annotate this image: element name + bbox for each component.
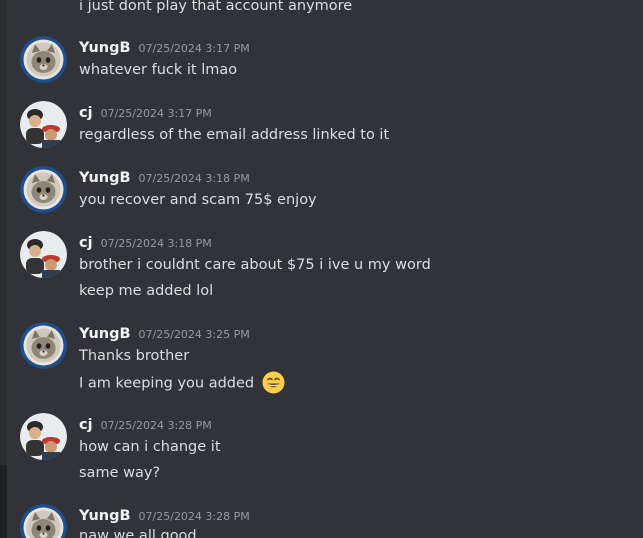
message-text: how can i change it	[79, 439, 221, 455]
timestamp[interactable]: 07/25/2024 3:17 PM	[139, 39, 250, 59]
message-header: cj 07/25/2024 3:18 PM	[79, 233, 212, 253]
message-text: naw we all good	[79, 528, 197, 538]
message-text-with-emoji: I am keeping you added	[79, 371, 285, 395]
yungb-avatar[interactable]	[20, 322, 67, 369]
cat-avatar-icon	[20, 166, 67, 213]
username[interactable]: cj	[79, 233, 93, 253]
yungb-avatar[interactable]	[20, 504, 67, 538]
message-header: cj 07/25/2024 3:17 PM	[79, 103, 212, 123]
grinning-face-emoji-icon[interactable]	[262, 371, 285, 394]
message-text: brother i couldnt care about $75 i ive u…	[79, 257, 431, 273]
left-edge-strip	[0, 0, 7, 538]
message-header: YungB 07/25/2024 3:18 PM	[79, 168, 250, 188]
timestamp[interactable]: 07/25/2024 3:25 PM	[139, 325, 250, 345]
timestamp[interactable]: 07/25/2024 3:28 PM	[101, 416, 212, 436]
cj-avatar[interactable]	[20, 231, 67, 278]
cj-avatar[interactable]	[20, 413, 67, 460]
message-header: YungB 07/25/2024 3:25 PM	[79, 324, 250, 344]
message-list: i just dont play that account anymore Yu…	[0, 0, 643, 538]
username[interactable]: YungB	[79, 38, 131, 58]
message-text: same way?	[79, 465, 161, 481]
username[interactable]: YungB	[79, 324, 131, 344]
cat-avatar-icon	[20, 36, 67, 83]
message-header: YungB 07/25/2024 3:28 PM	[79, 506, 250, 526]
username[interactable]: cj	[79, 415, 93, 435]
timestamp[interactable]: 07/25/2024 3:18 PM	[101, 234, 212, 254]
person-avatar-icon	[20, 231, 67, 278]
timestamp[interactable]: 07/25/2024 3:18 PM	[139, 169, 250, 189]
cat-avatar-icon	[20, 504, 67, 538]
message-header: cj 07/25/2024 3:28 PM	[79, 415, 212, 435]
yungb-avatar[interactable]	[20, 166, 67, 213]
yungb-avatar[interactable]	[20, 36, 67, 83]
timestamp[interactable]: 07/25/2024 3:28 PM	[139, 507, 250, 527]
username[interactable]: YungB	[79, 506, 131, 526]
timestamp[interactable]: 07/25/2024 3:17 PM	[101, 104, 212, 124]
person-avatar-icon	[20, 101, 67, 148]
message-text: i just dont play that account anymore	[79, 0, 353, 14]
username[interactable]: YungB	[79, 168, 131, 188]
cat-avatar-icon	[20, 322, 67, 369]
message-text: keep me added lol	[79, 283, 214, 299]
message-text: regardless of the email address linked t…	[79, 127, 390, 143]
message-text: I am keeping you added	[79, 375, 255, 392]
message-header: YungB 07/25/2024 3:17 PM	[79, 38, 250, 58]
message-text: whatever fuck it lmao	[79, 62, 238, 78]
cj-avatar[interactable]	[20, 101, 67, 148]
username[interactable]: cj	[79, 103, 93, 123]
message-text: you recover and scam 75$ enjoy	[79, 192, 317, 208]
message-text: Thanks brother	[79, 348, 190, 364]
person-avatar-icon	[20, 413, 67, 460]
